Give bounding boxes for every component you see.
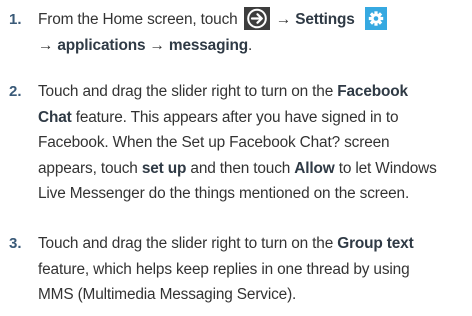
arrow-text: → (275, 11, 292, 28)
instruction-page: 1. From the Home screen, touch → Setting… (0, 0, 472, 316)
applications-label: applications (57, 36, 146, 54)
gear-icon (364, 7, 387, 30)
group-text-label: Group text (337, 235, 414, 252)
step-2-text: Touch and drag the slider right to turn … (38, 83, 437, 203)
step-number: 2. (9, 83, 22, 100)
arrow-circle-icon (243, 7, 270, 30)
messaging-label: messaging (168, 36, 248, 54)
step-3-text: Touch and drag the slider right to turn … (38, 235, 414, 304)
step-number: 3. (9, 235, 22, 252)
settings-label: Settings (295, 11, 355, 28)
facebook-label: Facebook (337, 83, 408, 100)
allow-label: Allow (294, 159, 335, 177)
chat-label: Chat (38, 108, 72, 126)
step-1-text: From the Home screen, touch → Settings →… (38, 7, 470, 58)
step-number: 1. (9, 11, 22, 28)
set-up-label: set up (141, 159, 187, 177)
